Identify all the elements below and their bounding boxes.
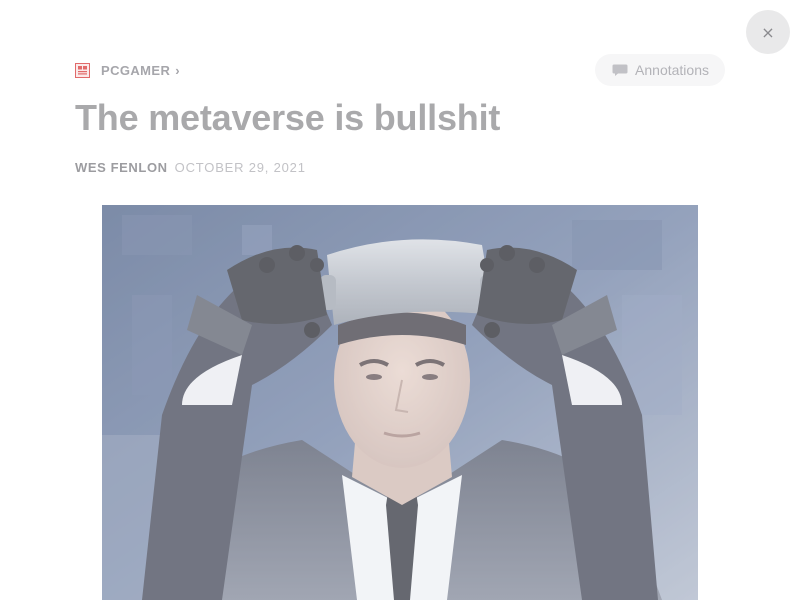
annotations-label: Annotations xyxy=(635,62,709,78)
comment-icon xyxy=(612,63,628,77)
article-header-bar: PCGAMER › Annotations xyxy=(75,54,725,86)
reader-view: × PCGAMER › Annotations The metaverse is… xyxy=(0,0,800,600)
hero-image xyxy=(102,205,698,600)
author-name[interactable]: WES FENLON xyxy=(75,160,168,175)
byline: WES FENLON OCTOBER 29, 2021 xyxy=(75,160,306,175)
breadcrumb-chevron-icon: › xyxy=(175,62,180,78)
close-button[interactable]: × xyxy=(746,10,790,54)
annotations-button[interactable]: Annotations xyxy=(595,54,725,86)
article-title: The metaverse is bullshit xyxy=(75,97,501,138)
pcgamer-logo-icon xyxy=(75,62,90,78)
source-name: PCGAMER xyxy=(101,62,171,78)
publish-date: OCTOBER 29, 2021 xyxy=(174,160,306,175)
close-icon: × xyxy=(761,22,775,42)
source-link[interactable]: PCGAMER › xyxy=(75,62,180,78)
